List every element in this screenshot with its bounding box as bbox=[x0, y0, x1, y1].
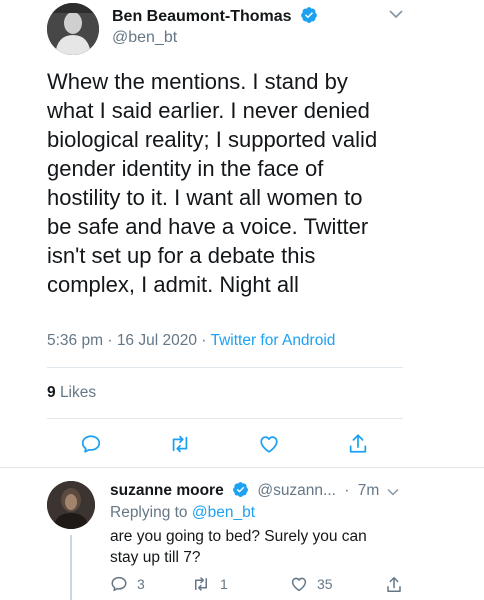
author-avatar[interactable] bbox=[47, 3, 99, 55]
verified-badge-icon bbox=[301, 7, 317, 23]
reply-share-button[interactable] bbox=[385, 575, 403, 594]
heart-icon bbox=[291, 577, 307, 592]
reply-line: stay up till 7? bbox=[110, 549, 201, 566]
likes-number: 9 bbox=[47, 384, 56, 401]
tweet-date[interactable]: 16 Jul 2020 bbox=[117, 332, 197, 349]
likes-label: Likes bbox=[59, 384, 97, 401]
reply-count: 3 bbox=[137, 576, 145, 592]
replying-prefix: Replying to bbox=[110, 504, 188, 521]
likes-count[interactable]: 9 Likes bbox=[47, 384, 96, 402]
reply-author-name[interactable]: suzanne moore bbox=[110, 482, 224, 499]
reply-reply-button[interactable]: 3 bbox=[110, 575, 145, 593]
share-button[interactable] bbox=[347, 432, 369, 460]
reply-button[interactable] bbox=[80, 433, 102, 460]
tweet-line: Whew the mentions. I stand by bbox=[47, 69, 348, 94]
reply-age[interactable]: 7m bbox=[358, 482, 380, 499]
meta-separator: · bbox=[107, 332, 113, 349]
share-icon bbox=[387, 577, 401, 592]
meta-separator: · bbox=[344, 482, 350, 499]
replying-to-handle[interactable]: @ben_bt bbox=[192, 504, 255, 521]
author-name[interactable]: Ben Beaumont-Thomas bbox=[112, 6, 318, 26]
divider bbox=[47, 367, 403, 368]
author-handle[interactable]: @ben_bt bbox=[112, 29, 177, 47]
tweet-source[interactable]: Twitter for Android bbox=[210, 332, 335, 349]
like-count: 35 bbox=[317, 576, 333, 592]
retweet-button[interactable] bbox=[168, 433, 192, 460]
tweet-line: biological reality; I supported valid bbox=[47, 127, 378, 152]
reply-icon bbox=[111, 576, 127, 592]
author-name-text: Ben Beaumont-Thomas bbox=[112, 8, 292, 25]
reply-icon bbox=[81, 435, 101, 453]
tweet-line: hostility to it. I want all women to bbox=[47, 185, 363, 210]
share-icon bbox=[349, 434, 367, 453]
tweet-line: isn't set up for a debate this bbox=[47, 243, 316, 268]
tweet-metadata: 5:36 pm · 16 Jul 2020 · Twitter for Andr… bbox=[47, 332, 335, 350]
tweet-time[interactable]: 5:36 pm bbox=[47, 332, 103, 349]
reply-actions: 3 1 35 bbox=[0, 575, 484, 597]
like-button[interactable] bbox=[258, 433, 280, 460]
divider bbox=[47, 418, 403, 419]
section-divider bbox=[0, 467, 484, 468]
reply-text: are you going to bed? Surely you can sta… bbox=[110, 526, 410, 568]
chevron-down-icon[interactable] bbox=[386, 484, 400, 502]
tweet-line: what I said earlier. I never denied bbox=[47, 98, 370, 123]
replying-to: Replying to @ben_bt bbox=[110, 504, 255, 522]
tweet-line: complex, I admit. Night all bbox=[47, 272, 299, 297]
tweet-line: gender identity in the face of bbox=[47, 156, 324, 181]
reply-like-button[interactable]: 35 bbox=[290, 575, 333, 593]
verified-badge-icon bbox=[233, 482, 248, 497]
reply-author-avatar[interactable] bbox=[47, 481, 95, 529]
heart-icon bbox=[260, 436, 278, 453]
reply-header: suzanne moore @suzann... · 7m bbox=[110, 481, 379, 500]
chevron-down-icon[interactable] bbox=[388, 7, 404, 25]
reply-retweet-button[interactable]: 1 bbox=[191, 575, 228, 593]
retweet-icon bbox=[172, 435, 188, 453]
reply-line: are you going to bed? Surely you can bbox=[110, 528, 367, 545]
retweet-icon bbox=[195, 577, 207, 591]
retweet-count: 1 bbox=[220, 576, 228, 592]
tweet-line: be safe and have a voice. Twitter bbox=[47, 214, 369, 239]
meta-separator: · bbox=[201, 332, 207, 349]
tweet-text: Whew the mentions. I stand by what I sai… bbox=[47, 67, 447, 299]
reply-author-handle[interactable]: @suzann... bbox=[257, 482, 336, 499]
